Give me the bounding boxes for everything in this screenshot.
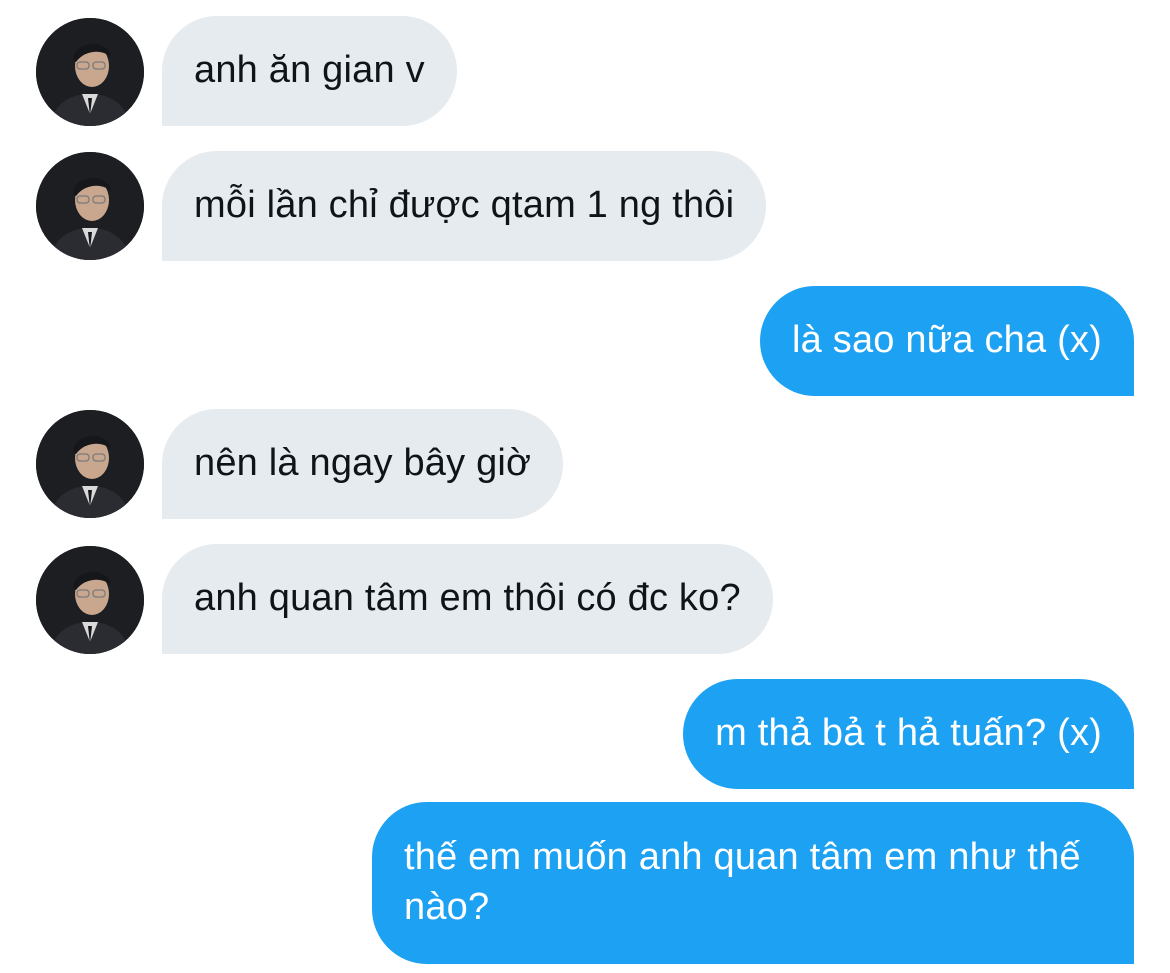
message-text: anh ăn gian v [194, 49, 425, 91]
sender-avatar[interactable] [36, 546, 144, 654]
incoming-message-bubble[interactable]: nên là ngay bây giờ [162, 409, 564, 519]
message-text: nên là ngay bây giờ [194, 442, 532, 484]
avatar-photo-icon [36, 410, 144, 518]
message-text: mỗi lần chỉ được qtam 1 ng thôi [194, 184, 735, 226]
avatar-photo-icon [36, 546, 144, 654]
message-text: thế em muốn anh quan tâm em như thế nào? [404, 836, 1081, 928]
dm-conversation: { "conversation": { "messages": [ {"dire… [0, 0, 1170, 973]
avatar-photo-icon [36, 152, 144, 260]
message-text: m thả bả t hả tuấn? (x) [715, 712, 1102, 754]
message-text: anh quan tâm em thôi có đc ko? [194, 577, 741, 619]
outgoing-message-bubble[interactable]: m thả bả t hả tuấn? (x) [683, 679, 1134, 789]
sender-avatar[interactable] [36, 410, 144, 518]
outgoing-message-bubble[interactable]: thế em muốn anh quan tâm em như thế nào? [372, 802, 1134, 964]
incoming-message-bubble[interactable]: anh quan tâm em thôi có đc ko? [162, 544, 773, 654]
sender-avatar[interactable] [36, 18, 144, 126]
outgoing-message-bubble[interactable]: là sao nữa cha (x) [760, 286, 1134, 396]
incoming-message-bubble[interactable]: anh ăn gian v [162, 16, 457, 126]
incoming-message-bubble[interactable]: mỗi lần chỉ được qtam 1 ng thôi [162, 151, 767, 261]
sender-avatar[interactable] [36, 152, 144, 260]
avatar-photo-icon [36, 18, 144, 126]
message-text: là sao nữa cha (x) [792, 319, 1102, 361]
